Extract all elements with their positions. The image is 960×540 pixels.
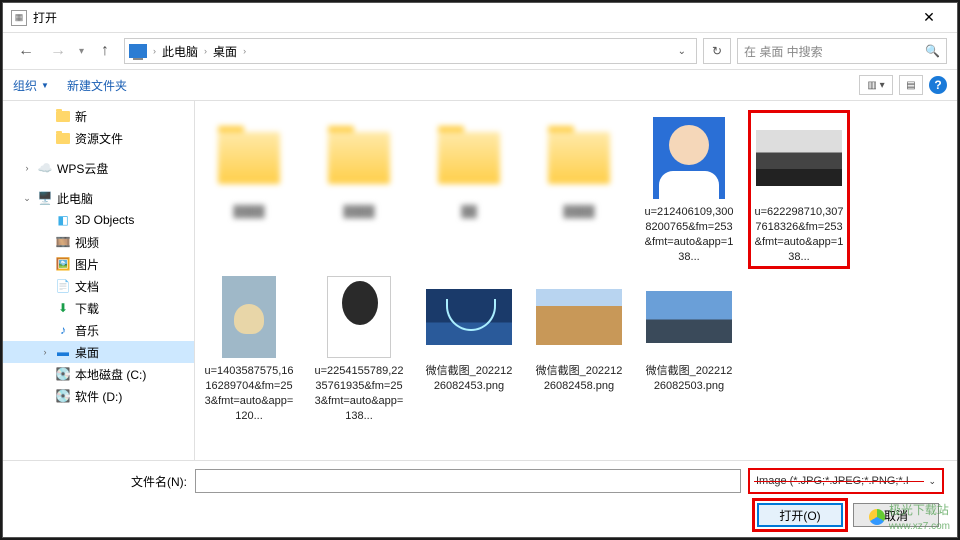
disk-icon: 💽 bbox=[55, 367, 71, 381]
close-button[interactable]: ✕ bbox=[909, 4, 949, 32]
folder-item[interactable]: ██ bbox=[421, 113, 517, 266]
search-input[interactable]: 在 桌面 中搜索 🔍 bbox=[737, 38, 947, 64]
image-item[interactable]: u=2254155789,2235761935&fm=253&fmt=auto&… bbox=[311, 272, 407, 425]
toolbar: 组织▼ 新建文件夹 ▥ ▾ ▤ ? bbox=[3, 69, 957, 101]
download-icon: ⬇ bbox=[55, 301, 71, 315]
desktop-icon: ▬ bbox=[55, 345, 71, 359]
tree-item-3d[interactable]: ◧3D Objects bbox=[3, 209, 194, 231]
pc-icon: 🖥️ bbox=[37, 191, 53, 205]
cube-icon: ◧ bbox=[55, 213, 71, 227]
file-list[interactable]: ████ ████ ██ ████ u=212406109,3008200765… bbox=[195, 101, 957, 460]
crumb-desktop[interactable]: 桌面 bbox=[209, 43, 241, 60]
chevron-down-icon: ⌄ bbox=[928, 476, 936, 487]
chevron-right-icon: › bbox=[204, 46, 207, 56]
music-icon: ♪ bbox=[55, 323, 71, 337]
disk-icon: 💽 bbox=[55, 389, 71, 403]
tree-item-pc[interactable]: ⌄🖥️此电脑 bbox=[3, 187, 194, 209]
titlebar: ▦ 打开 ✕ bbox=[3, 3, 957, 33]
image-item[interactable]: 微信截图_202212260824​58.png bbox=[531, 272, 627, 425]
image-item[interactable]: 微信截图_202212260824​53.png bbox=[421, 272, 517, 425]
picture-icon: 🖼️ bbox=[55, 257, 71, 271]
folder-item[interactable]: ████ bbox=[311, 113, 407, 266]
forward-button[interactable]: → bbox=[45, 38, 71, 64]
view-mode-button[interactable]: ▥ ▾ bbox=[859, 75, 893, 95]
filename-label: 文件名(N): bbox=[17, 473, 187, 490]
image-item[interactable]: 微信截图_202212260825​03.png bbox=[641, 272, 737, 425]
chevron-down-icon: ▼ bbox=[41, 81, 49, 90]
breadcrumb-dropdown[interactable]: ⌄ bbox=[672, 46, 692, 57]
tree-item[interactable]: 新 bbox=[3, 105, 194, 127]
help-button[interactable]: ? bbox=[929, 76, 947, 94]
window-title: 打开 bbox=[33, 9, 909, 26]
up-button[interactable]: ↑ bbox=[92, 38, 118, 64]
preview-pane-button[interactable]: ▤ bbox=[899, 75, 923, 95]
back-button[interactable]: ← bbox=[13, 38, 39, 64]
recent-dropdown-icon[interactable]: ▾ bbox=[79, 46, 84, 57]
search-icon: 🔍 bbox=[925, 44, 940, 58]
pc-icon bbox=[129, 44, 147, 58]
folder-item[interactable]: ████ bbox=[531, 113, 627, 266]
image-item[interactable]: u=212406109,3008200765&fm=253&fmt=auto&a… bbox=[641, 113, 737, 266]
nav-tree[interactable]: 新 资源文件 ›☁️WPS云盘 ⌄🖥️此电脑 ◧3D Objects 🎞️视频 … bbox=[3, 101, 195, 460]
open-button[interactable]: 打开(O) bbox=[757, 503, 843, 527]
tree-item-pictures[interactable]: 🖼️图片 bbox=[3, 253, 194, 275]
cancel-button[interactable]: 取消 bbox=[853, 503, 939, 527]
organize-menu[interactable]: 组织▼ bbox=[13, 77, 49, 94]
chevron-right-icon: › bbox=[243, 46, 246, 56]
new-folder-button[interactable]: 新建文件夹 bbox=[67, 77, 127, 94]
footer: 文件名(N): Image (*.JPG;*.JPEG;*.PNG;*.I ⌄ … bbox=[3, 460, 957, 537]
navbar: ← → ▾ ↑ › 此电脑 › 桌面 › ⌄ ↻ 在 桌面 中搜索 🔍 bbox=[3, 33, 957, 69]
search-placeholder: 在 桌面 中搜索 bbox=[744, 43, 823, 60]
cloud-icon: ☁️ bbox=[37, 161, 53, 175]
folder-item[interactable]: ████ bbox=[201, 113, 297, 266]
chevron-right-icon: › bbox=[153, 46, 156, 56]
filename-input[interactable] bbox=[195, 469, 741, 493]
tree-item-disk-c[interactable]: 💽本地磁盘 (C:) bbox=[3, 363, 194, 385]
tree-item-desktop[interactable]: ›▬桌面 bbox=[3, 341, 194, 363]
breadcrumb[interactable]: › 此电脑 › 桌面 › ⌄ bbox=[124, 38, 697, 64]
image-item-selected[interactable]: u=622298710,3077618326&fm=253&fmt=auto&a… bbox=[751, 113, 847, 266]
tree-item-music[interactable]: ♪音乐 bbox=[3, 319, 194, 341]
tree-item-downloads[interactable]: ⬇下载 bbox=[3, 297, 194, 319]
video-icon: 🎞️ bbox=[55, 235, 71, 249]
crumb-pc[interactable]: 此电脑 bbox=[158, 43, 202, 60]
refresh-button[interactable]: ↻ bbox=[703, 38, 731, 64]
open-dialog: ▦ 打开 ✕ ← → ▾ ↑ › 此电脑 › 桌面 › ⌄ ↻ 在 桌面 中搜索… bbox=[2, 2, 958, 538]
document-icon: 📄 bbox=[55, 279, 71, 293]
image-item[interactable]: u=1403587575,1616289704&fm=253&fmt=auto&… bbox=[201, 272, 297, 425]
tree-item-wps[interactable]: ›☁️WPS云盘 bbox=[3, 157, 194, 179]
app-icon: ▦ bbox=[11, 10, 27, 26]
tree-item[interactable]: 资源文件 bbox=[3, 127, 194, 149]
tree-item-disk-d[interactable]: 💽软件 (D:) bbox=[3, 385, 194, 407]
tree-item-video[interactable]: 🎞️视频 bbox=[3, 231, 194, 253]
filetype-combo[interactable]: Image (*.JPG;*.JPEG;*.PNG;*.I ⌄ bbox=[749, 469, 943, 493]
tree-item-documents[interactable]: 📄文档 bbox=[3, 275, 194, 297]
dialog-body: 新 资源文件 ›☁️WPS云盘 ⌄🖥️此电脑 ◧3D Objects 🎞️视频 … bbox=[3, 101, 957, 460]
